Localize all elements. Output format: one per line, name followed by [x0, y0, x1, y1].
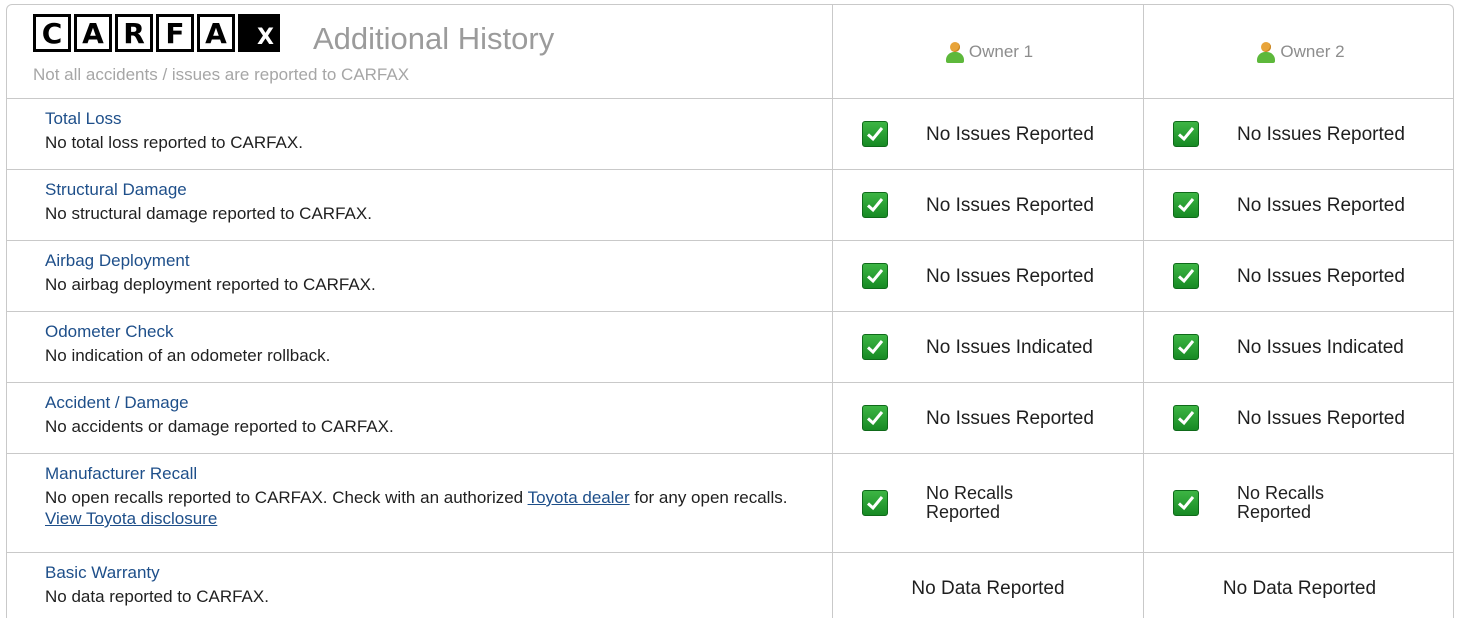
owner-label: Owner 2 — [1280, 41, 1345, 61]
status-text: No Recalls Reported — [1237, 483, 1325, 522]
status-text: No Issues Reported — [926, 407, 1094, 429]
row-title[interactable]: Accident / Damage — [45, 393, 189, 413]
green-check-icon — [862, 263, 888, 289]
owner-2-status: No Issues Reported — [1143, 170, 1453, 240]
row-description: No open recalls reported to CARFAX. Chec… — [45, 488, 788, 528]
row-description: No accidents or damage reported to CARFA… — [45, 417, 394, 436]
logo-letter: A — [197, 14, 235, 52]
row-title[interactable]: Total Loss — [45, 109, 122, 129]
logo-letter: C — [33, 14, 71, 52]
table-row: Basic Warranty No data reported to CARFA… — [7, 553, 1453, 618]
status-text: No Issues Reported — [926, 123, 1094, 145]
green-check-icon — [1173, 121, 1199, 147]
green-check-icon — [1173, 490, 1199, 516]
section-title: Additional History — [313, 21, 555, 56]
owner-label: Owner 1 — [968, 41, 1034, 61]
status-text: No Issues Reported — [926, 194, 1094, 216]
owner-2-status: No Issues Reported — [1143, 383, 1453, 453]
logo-letter: R — [115, 14, 153, 52]
status-text: No Data Reported — [1222, 577, 1377, 599]
table-row: Airbag Deployment No airbag deployment r… — [7, 241, 1453, 312]
toyota-disclosure-link[interactable]: View Toyota disclosure — [45, 509, 217, 528]
green-check-icon — [1173, 263, 1199, 289]
row-title[interactable]: Structural Damage — [45, 180, 187, 200]
owner-1-status: No Issues Reported — [832, 383, 1143, 453]
row-title[interactable]: Airbag Deployment — [45, 251, 190, 271]
logo-letter: A — [74, 14, 112, 52]
owner-1-status: No Data Reported — [832, 553, 1143, 618]
green-check-icon — [1173, 405, 1199, 431]
table-row: Total Loss No total loss reported to CAR… — [7, 99, 1453, 170]
row-description: No airbag deployment reported to CARFAX. — [45, 275, 376, 294]
table-header: C A R F A X Additional History Not all a… — [7, 5, 1453, 99]
green-check-icon — [1173, 334, 1199, 360]
status-text: No Issues Reported — [926, 265, 1094, 287]
row-title[interactable]: Manufacturer Recall — [45, 464, 197, 484]
table-row: Accident / Damage No accidents or damage… — [7, 383, 1453, 454]
owner-2-header[interactable]: Owner 2 — [1143, 5, 1453, 98]
owner-1-status: No Recalls Reported — [832, 454, 1143, 552]
row-title[interactable]: Odometer Check — [45, 322, 174, 342]
green-check-icon — [862, 490, 888, 516]
owner-2-status: No Data Reported — [1143, 553, 1453, 618]
row-description: No structural damage reported to CARFAX. — [45, 204, 372, 223]
green-check-icon — [862, 121, 888, 147]
person-icon — [1255, 41, 1277, 63]
owner-2-status: No Issues Reported — [1143, 241, 1453, 311]
header-left-cell: C A R F A X Additional History Not all a… — [7, 5, 832, 98]
section-subtitle: Not all accidents / issues are reported … — [33, 65, 410, 84]
green-check-icon — [862, 334, 888, 360]
status-text: No Issues Reported — [1237, 407, 1405, 429]
status-text: No Issues Reported — [1237, 194, 1405, 216]
toyota-dealer-link[interactable]: Toyota dealer — [528, 488, 630, 507]
owner-1-status: No Issues Indicated — [832, 312, 1143, 382]
status-text: No Issues Reported — [1237, 265, 1405, 287]
green-check-icon — [1173, 192, 1199, 218]
owner-1-status: No Issues Reported — [832, 241, 1143, 311]
green-check-icon — [862, 405, 888, 431]
logo-letter: F — [156, 14, 194, 52]
logo-letter-x: X — [238, 14, 280, 52]
carfax-logo: C A R F A X — [33, 14, 281, 52]
owner-1-status: No Issues Reported — [832, 99, 1143, 169]
row-description: No indication of an odometer rollback. — [45, 346, 331, 365]
additional-history-table: C A R F A X Additional History Not all a… — [6, 4, 1454, 618]
owner-1-status: No Issues Reported — [832, 170, 1143, 240]
status-text: No Issues Indicated — [1237, 336, 1404, 358]
row-description: No data reported to CARFAX. — [45, 587, 269, 606]
owner-1-header[interactable]: Owner 1 — [832, 5, 1144, 98]
owner-2-status: No Issues Reported — [1143, 99, 1453, 169]
row-description: No total loss reported to CARFAX. — [45, 133, 303, 152]
status-text: No Issues Indicated — [926, 336, 1093, 358]
table-row: Structural Damage No structural damage r… — [7, 170, 1453, 241]
status-text: No Issues Reported — [1237, 123, 1405, 145]
row-title[interactable]: Basic Warranty — [45, 563, 160, 583]
person-icon — [944, 41, 966, 63]
status-text: No Recalls Reported — [926, 483, 1014, 522]
status-text: No Data Reported — [911, 577, 1065, 599]
owner-2-status: No Issues Indicated — [1143, 312, 1453, 382]
table-row: Manufacturer Recall No open recalls repo… — [7, 454, 1453, 553]
owner-2-status: No Recalls Reported — [1143, 454, 1453, 552]
green-check-icon — [862, 192, 888, 218]
table-row: Odometer Check No indication of an odome… — [7, 312, 1453, 383]
